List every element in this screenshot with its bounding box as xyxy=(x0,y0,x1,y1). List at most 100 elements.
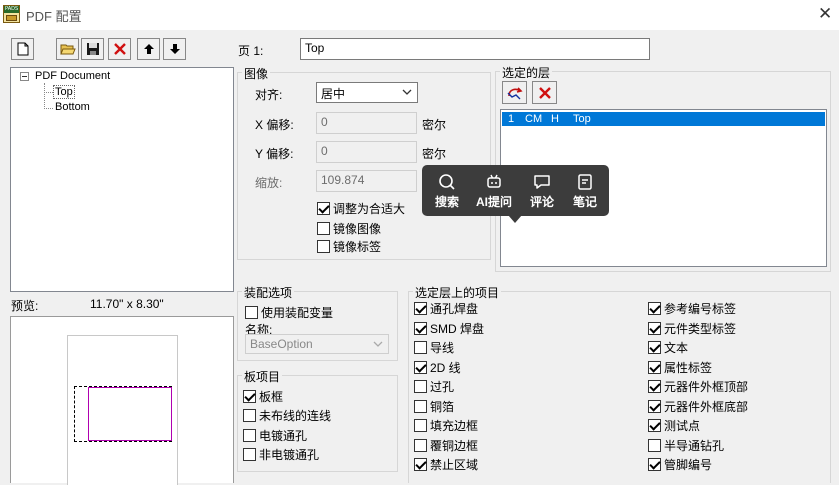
variant-name-select[interactable]: BaseOption xyxy=(245,334,389,354)
layer-item-checkbox[interactable]: 管脚编号 xyxy=(648,456,712,473)
open-button[interactable] xyxy=(56,38,79,60)
move-down-button[interactable] xyxy=(163,38,186,60)
layer-item-checkbox[interactable]: 元器件外框底部 xyxy=(648,398,748,415)
layer-item-checkbox[interactable]: SMD 焊盘 xyxy=(414,320,484,337)
move-up-button[interactable] xyxy=(137,38,160,60)
layer-item-checkbox[interactable]: 元器件外框顶部 xyxy=(648,378,748,395)
align-label: 对齐: xyxy=(255,88,283,102)
layer-item-label: 通孔焊盘 xyxy=(430,302,479,316)
y-offset-label: Y 偏移: xyxy=(255,147,294,161)
checkbox-box[interactable] xyxy=(243,429,256,442)
layer-item-checkbox[interactable]: 覆铜边框 xyxy=(414,437,478,454)
checkbox-box[interactable] xyxy=(648,439,661,452)
selected-layers-title: 选定的层 xyxy=(500,64,553,81)
pdf-tree[interactable]: PDF Document Top Bottom xyxy=(10,67,234,292)
layer-item-checkbox[interactable]: 铜箔 xyxy=(414,398,454,415)
fit-checkbox-label: 调整为合适大 xyxy=(333,202,406,216)
popup-comment-button[interactable]: 评论 xyxy=(520,173,564,210)
checkbox-box[interactable] xyxy=(648,400,661,413)
layer-item-checkbox[interactable]: 通孔焊盘 xyxy=(414,300,478,317)
layer-item-label: 元器件外框顶部 xyxy=(664,380,749,394)
layer-item-label: 参考编号标签 xyxy=(664,302,737,316)
checkbox-box[interactable] xyxy=(414,419,427,432)
checkbox-box[interactable] xyxy=(414,458,427,471)
checkbox-box[interactable] xyxy=(245,306,258,319)
checkbox-box[interactable] xyxy=(648,302,661,315)
layer-select-button[interactable] xyxy=(502,81,527,104)
layer-item-label: 管脚编号 xyxy=(664,458,713,472)
layer-item-checkbox[interactable]: 参考编号标签 xyxy=(648,300,736,317)
popup-ai-button[interactable]: AI提问 xyxy=(472,173,516,210)
checkbox-box[interactable] xyxy=(414,302,427,315)
new-page-button[interactable] xyxy=(11,38,34,60)
chevron-down-icon xyxy=(402,89,412,95)
layer-item-checkbox[interactable]: 填充边框 xyxy=(414,417,478,434)
layer-item-checkbox[interactable]: 测试点 xyxy=(648,417,700,434)
x-offset-input[interactable]: 0 xyxy=(316,112,417,134)
layer-row[interactable]: 1 CM H Top xyxy=(502,112,825,126)
tree-root[interactable]: PDF Document xyxy=(35,70,110,82)
board-item-label: 未布线的连线 xyxy=(259,409,332,423)
move-up-icon xyxy=(143,44,154,54)
x-offset-label: X 偏移: xyxy=(255,118,294,132)
checkbox-box[interactable] xyxy=(648,380,661,393)
layer-item-checkbox[interactable]: 禁止区域 xyxy=(414,456,478,473)
move-down-icon xyxy=(169,44,180,54)
y-unit-label: 密尔 xyxy=(422,147,447,161)
checkbox-box[interactable] xyxy=(648,341,661,354)
mirror-label-checkbox[interactable]: 镜像标签 xyxy=(317,238,381,255)
layer-item-checkbox[interactable]: 元件类型标签 xyxy=(648,320,736,337)
checkbox-box[interactable] xyxy=(648,361,661,374)
close-icon[interactable]: ✕ xyxy=(818,4,832,24)
window-title: PDF 配置 xyxy=(26,9,82,24)
layer-item-checkbox[interactable]: 半导通钻孔 xyxy=(648,437,724,454)
checkbox-box[interactable] xyxy=(243,448,256,461)
variant-name-value: BaseOption xyxy=(250,337,313,351)
checkbox-box[interactable] xyxy=(414,400,427,413)
checkbox-box[interactable] xyxy=(414,361,427,374)
checkbox-box[interactable] xyxy=(414,380,427,393)
align-select[interactable]: 居中 xyxy=(316,82,418,103)
mirror-image-checkbox[interactable]: 镜像图像 xyxy=(317,220,381,237)
tree-item-top[interactable]: Top xyxy=(53,85,75,99)
y-offset-input[interactable]: 0 xyxy=(316,141,417,163)
tree-collapse-icon[interactable] xyxy=(20,72,29,81)
popup-search-button[interactable]: 搜索 xyxy=(425,173,469,210)
layer-remove-button[interactable] xyxy=(532,81,557,104)
delete-button[interactable] xyxy=(108,38,131,60)
layer-item-label: 测试点 xyxy=(664,419,701,433)
layer-item-checkbox[interactable]: 文本 xyxy=(648,339,688,356)
checkbox-box[interactable] xyxy=(317,202,330,215)
tree-item-bottom[interactable]: Bottom xyxy=(55,101,90,113)
scale-input[interactable]: 109.874 xyxy=(316,170,417,192)
checkbox-box[interactable] xyxy=(648,322,661,335)
layer-item-checkbox[interactable]: 属性标签 xyxy=(648,359,712,376)
checkbox-box[interactable] xyxy=(414,341,427,354)
board-item-checkbox[interactable]: 非电镀通孔 xyxy=(243,446,319,463)
board-item-checkbox[interactable]: 未布线的连线 xyxy=(243,407,331,424)
checkbox-box[interactable] xyxy=(243,409,256,422)
layer-item-label: 禁止区域 xyxy=(430,458,479,472)
checkbox-box[interactable] xyxy=(317,240,330,253)
fit-checkbox[interactable]: 调整为合适大 xyxy=(317,200,405,217)
comment-icon xyxy=(534,175,550,189)
checkbox-box[interactable] xyxy=(317,222,330,235)
checkbox-box[interactable] xyxy=(648,458,661,471)
checkbox-box[interactable] xyxy=(648,419,661,432)
checkbox-box[interactable] xyxy=(243,390,256,403)
layer-item-checkbox[interactable]: 导线 xyxy=(414,339,454,356)
layer-side: Top xyxy=(573,113,591,125)
board-item-checkbox[interactable]: 电镀通孔 xyxy=(243,427,307,444)
layer-item-checkbox[interactable]: 2D 线 xyxy=(414,359,461,376)
checkbox-box[interactable] xyxy=(414,439,427,452)
use-variant-checkbox[interactable]: 使用装配变量 xyxy=(245,304,333,321)
board-item-checkbox[interactable]: 板框 xyxy=(243,388,283,405)
delete-icon xyxy=(538,86,551,99)
layer-item-checkbox[interactable]: 过孔 xyxy=(414,378,454,395)
popup-note-button[interactable]: 笔记 xyxy=(563,173,607,210)
checkbox-box[interactable] xyxy=(414,322,427,335)
page-name-input[interactable]: Top xyxy=(300,38,650,60)
save-button[interactable] xyxy=(81,38,104,60)
popup-comment-label: 评论 xyxy=(529,195,554,209)
scale-label: 缩放: xyxy=(255,176,283,190)
